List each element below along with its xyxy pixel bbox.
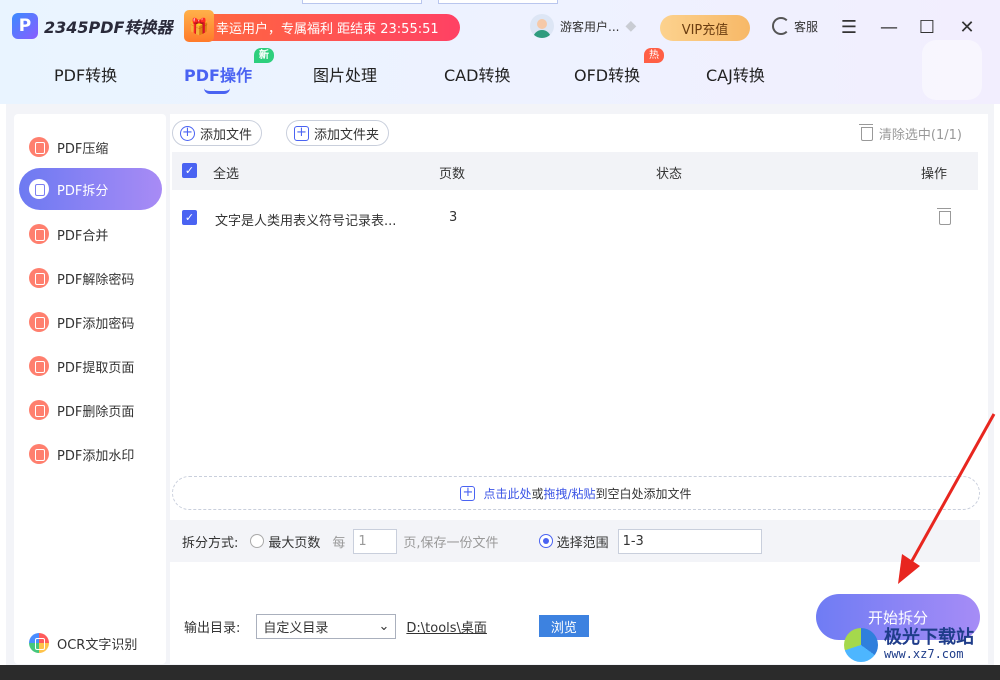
maximize-button[interactable]: ☐	[914, 14, 940, 40]
unlock-icon	[29, 268, 49, 288]
drag-paste-text: 拖拽/粘贴	[543, 486, 596, 501]
maximize-icon: ☐	[918, 16, 936, 38]
minimize-icon: —	[880, 16, 898, 38]
sidebar-item-compress[interactable]: PDF压缩	[19, 126, 162, 168]
background-tab-stub	[438, 0, 558, 4]
promo-text: 幸运用户，专属福利 距结束 23:55:51	[216, 22, 439, 37]
sidebar-item-delete-pages[interactable]: PDF删除页面	[19, 389, 162, 431]
gift-icon: 🎁	[184, 10, 214, 42]
header-status: 状态	[656, 167, 683, 182]
output-label: 输出目录:	[184, 620, 241, 636]
compress-icon	[29, 137, 49, 157]
file-name: 文字是人类用表义符号记录表...	[215, 214, 397, 229]
file-pages: 3	[449, 210, 458, 225]
max-pages-label: 最大页数	[268, 535, 321, 551]
tab-pdf-operations[interactable]: PDF操作 新	[184, 48, 274, 94]
menu-button[interactable]: ☰	[836, 14, 862, 40]
delete-page-icon	[29, 400, 49, 420]
new-badge: 新	[254, 48, 274, 63]
plus-circle-icon: +	[180, 125, 195, 141]
site-logo-icon	[844, 628, 878, 662]
table-row[interactable]: ✓ 文字是人类用表义符号记录表... 3	[172, 196, 978, 240]
merge-icon	[29, 224, 49, 244]
service-label: 客服	[794, 19, 819, 34]
background-strip	[0, 665, 1000, 680]
every-suffix: 页,保存一份文件	[403, 535, 499, 551]
main-panel: + 添加文件 + 添加文件夹 清除选中(1/1) ✓ 全选 页数 状态 操作 ✓…	[170, 114, 988, 664]
tab-ofd-convert[interactable]: OFD转换 热	[574, 48, 664, 86]
range-radio[interactable]	[538, 534, 553, 548]
background-strip	[0, 104, 6, 674]
header-actions: 操作	[921, 167, 948, 182]
sidebar-item-watermark[interactable]: PDF添加水印	[19, 433, 162, 475]
table-header: ✓ 全选 页数 状态 操作	[172, 152, 978, 190]
customer-service-button[interactable]: 客服	[772, 17, 818, 35]
plus-square-icon: +	[460, 485, 476, 501]
header-pages: 页数	[439, 167, 466, 182]
tab-pdf-convert[interactable]: PDF转换	[54, 62, 117, 86]
output-dir-select[interactable]: 自定义目录 ⌄	[256, 613, 397, 639]
close-icon: ✕	[959, 16, 975, 38]
minimize-button[interactable]: —	[876, 14, 902, 40]
title-bar: P 2345PDF转换器 🎁 幸运用户，专属福利 距结束 23:55:51 游客…	[0, 0, 1000, 104]
sidebar-item-split[interactable]: PDF拆分	[19, 168, 162, 210]
range-label: 选择范围	[556, 535, 609, 551]
split-mode-label: 拆分方式:	[182, 535, 239, 551]
main-nav: PDF转换 PDF操作 新 图片处理 CAD转换 OFD转换 热 CAJ转换	[0, 48, 1000, 94]
clear-selected-button[interactable]: 清除选中(1/1)	[858, 123, 962, 143]
sidebar-item-extract-pages[interactable]: PDF提取页面	[19, 345, 162, 387]
avatar	[530, 14, 554, 38]
lock-icon	[29, 312, 49, 332]
tab-cad-convert[interactable]: CAD转换	[444, 62, 510, 86]
chevron-down-icon: ⌄	[378, 618, 390, 634]
sidebar: PDF压缩 PDF拆分 PDF合并 PDF解除密码 PDF添加密码 PDF提取页…	[14, 114, 166, 664]
user-account[interactable]: 游客用户... ◆	[530, 14, 636, 38]
extract-icon	[29, 356, 49, 376]
diamond-icon: ◆	[625, 18, 637, 34]
output-row: 输出目录: 自定义目录 ⌄ D:\tools\桌面 浏览	[170, 611, 790, 641]
drop-zone[interactable]: + 点击此处或拖拽/粘贴到空白处添加文件	[172, 476, 980, 510]
add-file-button[interactable]: + 添加文件	[172, 120, 263, 146]
headset-icon	[772, 17, 790, 35]
tab-image-processing[interactable]: 图片处理	[313, 62, 377, 86]
range-input[interactable]: 1-3	[617, 528, 762, 554]
split-icon	[29, 179, 49, 199]
add-folder-button[interactable]: + 添加文件夹	[286, 120, 390, 146]
plus-square-icon: +	[294, 125, 309, 141]
logo-icon: P	[12, 13, 38, 39]
click-here-link[interactable]: 点击此处	[483, 487, 531, 501]
sidebar-item-add-password[interactable]: PDF添加密码	[19, 301, 162, 343]
hamburger-icon: ☰	[840, 16, 858, 38]
every-label: 每	[332, 535, 346, 551]
select-all-checkbox[interactable]: ✓	[182, 163, 197, 178]
sidebar-item-merge[interactable]: PDF合并	[19, 213, 162, 255]
row-checkbox[interactable]: ✓	[182, 210, 197, 225]
background-strip	[994, 104, 1000, 680]
max-pages-radio[interactable]	[250, 534, 265, 548]
pages-per-file-input[interactable]: 1	[353, 528, 398, 554]
hot-badge: 热	[644, 48, 664, 63]
sidebar-item-unlock[interactable]: PDF解除密码	[19, 257, 162, 299]
background-tab-stub	[302, 0, 422, 4]
site-name: 极光下载站	[884, 627, 974, 649]
trash-icon	[858, 123, 873, 141]
ocr-icon	[29, 633, 49, 653]
watermark-icon	[29, 444, 49, 464]
site-url: www.xz7.com	[884, 647, 964, 662]
header-select-all: 全选	[213, 167, 240, 182]
tab-caj-convert[interactable]: CAJ转换	[706, 62, 765, 86]
vip-recharge-button[interactable]: VIP充值	[660, 15, 750, 41]
site-watermark: 极光下载站 www.xz7.com	[844, 628, 974, 662]
active-tab-indicator	[204, 88, 230, 94]
split-options: 拆分方式: 最大页数 每 1 页,保存一份文件 选择范围 1-3	[170, 520, 980, 562]
close-button[interactable]: ✕	[954, 14, 980, 40]
output-path[interactable]: D:\tools\桌面	[406, 617, 487, 636]
promo-banner[interactable]: 🎁 幸运用户，专属福利 距结束 23:55:51	[184, 10, 460, 42]
app-title: 2345PDF转换器	[44, 18, 173, 37]
user-name: 游客用户...	[560, 19, 620, 34]
sidebar-item-ocr[interactable]: OCR文字识别	[19, 622, 162, 664]
browse-button[interactable]: 浏览	[538, 615, 589, 637]
delete-row-icon[interactable]	[937, 208, 951, 225]
app-logo: P 2345PDF转换器	[12, 13, 172, 39]
